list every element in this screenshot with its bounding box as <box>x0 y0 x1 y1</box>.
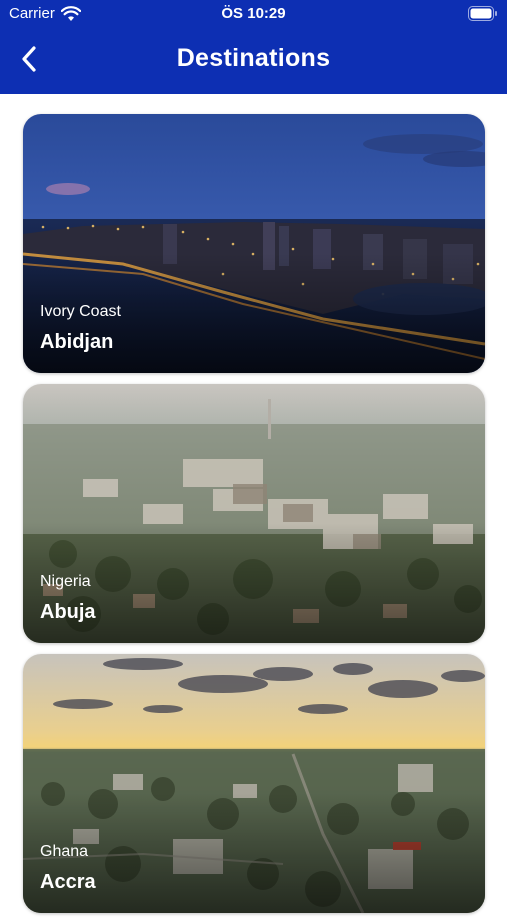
card-shade <box>23 793 485 913</box>
country-label: Ghana <box>40 843 89 860</box>
destination-card-accra[interactable]: Ghana Accra <box>23 654 485 913</box>
card-shade <box>23 523 485 643</box>
battery-icon <box>468 6 497 21</box>
app-header: Carrier ÖS 10:29 Destinations <box>0 0 507 94</box>
clock: ÖS 10:29 <box>221 5 286 22</box>
destination-list: Ivory Coast Abidjan Nigeria Abuja Ghana … <box>23 114 485 924</box>
navigation-bar: Destinations <box>0 28 507 94</box>
country-label: Nigeria <box>40 573 91 590</box>
city-label: Abidjan <box>40 331 114 353</box>
country-label: Ivory Coast <box>40 303 121 320</box>
destination-card-abidjan[interactable]: Ivory Coast Abidjan <box>23 114 485 373</box>
city-label: Accra <box>40 871 96 893</box>
destination-card-abuja[interactable]: Nigeria Abuja <box>23 384 485 643</box>
city-label: Abuja <box>40 601 96 623</box>
status-bar: Carrier ÖS 10:29 <box>0 0 507 28</box>
page-title: Destinations <box>176 44 331 72</box>
